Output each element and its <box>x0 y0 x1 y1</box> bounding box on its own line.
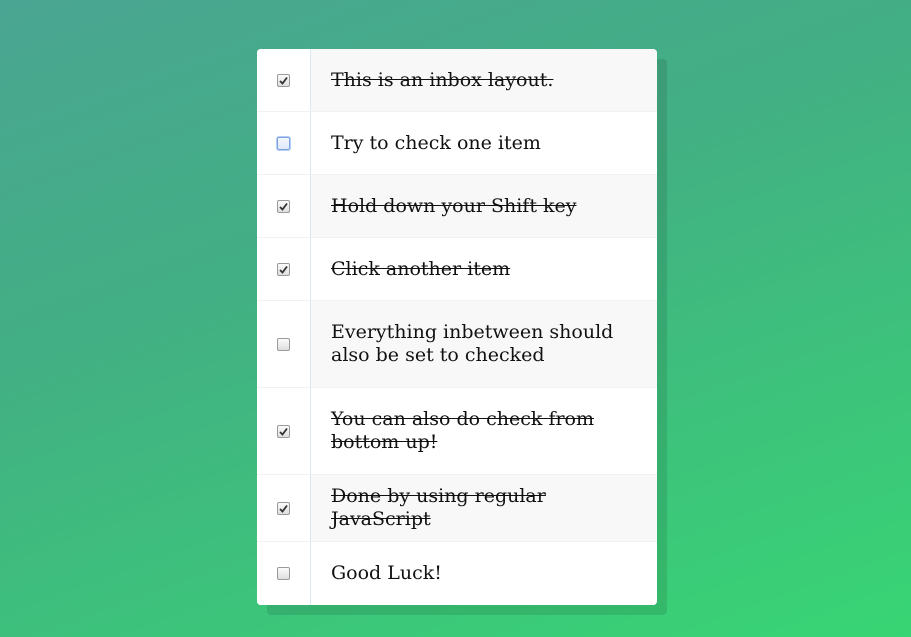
list-item[interactable]: Try to check one item <box>257 112 657 175</box>
checkbox-cell <box>257 542 311 605</box>
item-checkbox[interactable] <box>277 73 290 87</box>
item-checkbox[interactable] <box>277 136 290 150</box>
item-label: Done by using regular JavaScript <box>331 485 546 530</box>
list-item[interactable]: Hold down your Shift key <box>257 175 657 238</box>
list-item[interactable]: Everything inbetween should also be set … <box>257 301 657 388</box>
item-checkbox[interactable] <box>277 262 290 276</box>
item-checkbox[interactable] <box>277 567 290 580</box>
item-checkbox[interactable] <box>277 424 290 438</box>
checkbox-cell <box>257 175 311 237</box>
list-item[interactable]: This is an inbox layout. <box>257 49 657 112</box>
item-label: Hold down your Shift key <box>331 194 577 217</box>
check-icon <box>279 76 288 85</box>
item-checkbox[interactable] <box>277 337 290 351</box>
item-label: You can also do check from bottom up! <box>331 408 595 453</box>
item-label: Good Luck! <box>331 562 442 584</box>
list-item[interactable]: Done by using regular JavaScript <box>257 475 657 542</box>
item-checkbox[interactable] <box>277 199 290 213</box>
checkbox-cell <box>257 301 311 387</box>
list-item[interactable]: Click another item <box>257 238 657 301</box>
check-icon <box>279 504 288 513</box>
check-icon <box>279 202 288 211</box>
item-label: Click another item <box>331 257 511 280</box>
item-label: Everything inbetween should also be set … <box>331 321 614 366</box>
check-icon <box>279 427 288 436</box>
checkbox-cell <box>257 49 311 111</box>
checkbox-cell <box>257 388 311 474</box>
check-icon <box>279 265 288 274</box>
list-item[interactable]: Good Luck! <box>257 542 657 605</box>
item-label: Try to check one item <box>331 131 541 154</box>
checkbox-cell <box>257 112 311 174</box>
checkbox-cell <box>257 475 311 541</box>
item-label: This is an inbox layout. <box>331 68 554 91</box>
inbox-list: This is an inbox layout. Try to check on… <box>257 49 657 605</box>
checkbox-cell <box>257 238 311 300</box>
list-item[interactable]: You can also do check from bottom up! <box>257 388 657 475</box>
item-checkbox[interactable] <box>277 501 290 515</box>
